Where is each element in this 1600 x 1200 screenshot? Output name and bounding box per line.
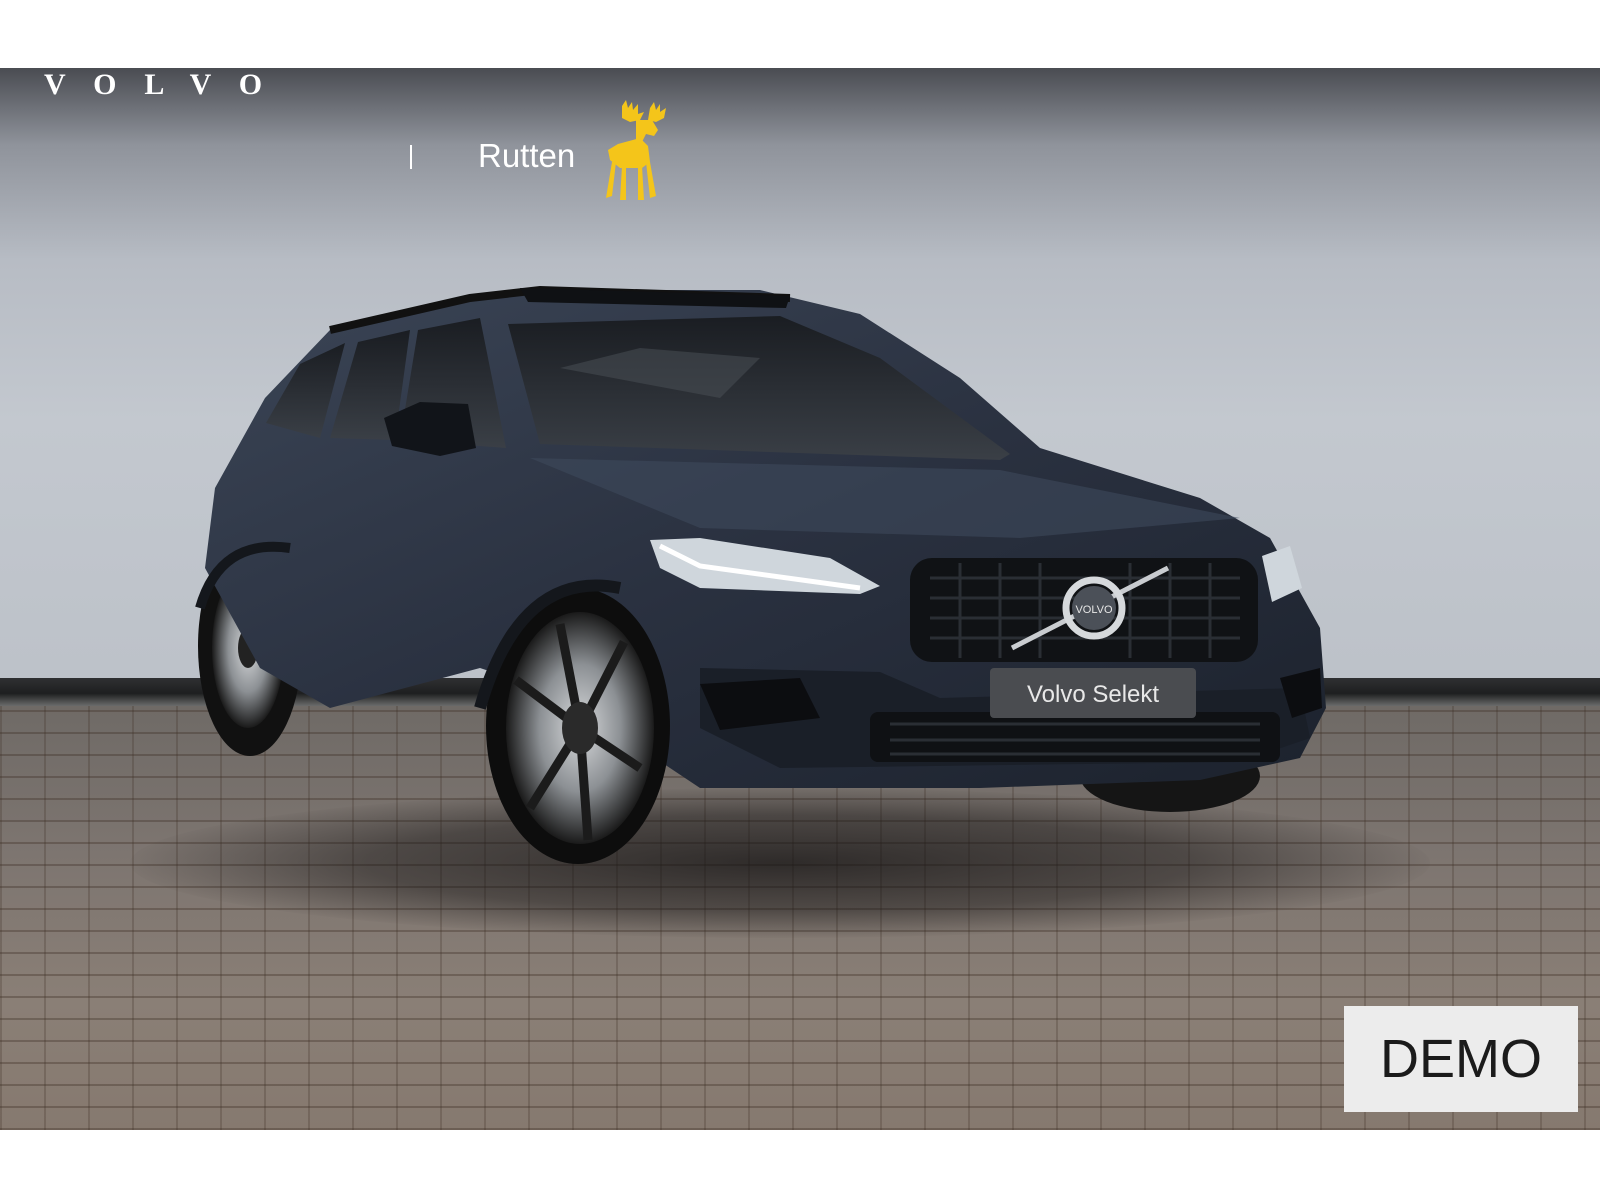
dealer-name: Rutten [478,137,576,174]
car-photo: VOLVO Volvo Selekt [0,68,1600,1130]
logo-divider [410,145,412,169]
grille-badge: VOLVO [1075,604,1113,616]
volvo-wordmark: VOLVO [44,68,291,101]
license-plate-text: Volvo Selekt [1027,681,1159,708]
car-image: VOLVO Volvo Selekt [195,285,1326,864]
demo-badge: DEMO [1344,1006,1578,1112]
moose-icon [606,100,666,200]
